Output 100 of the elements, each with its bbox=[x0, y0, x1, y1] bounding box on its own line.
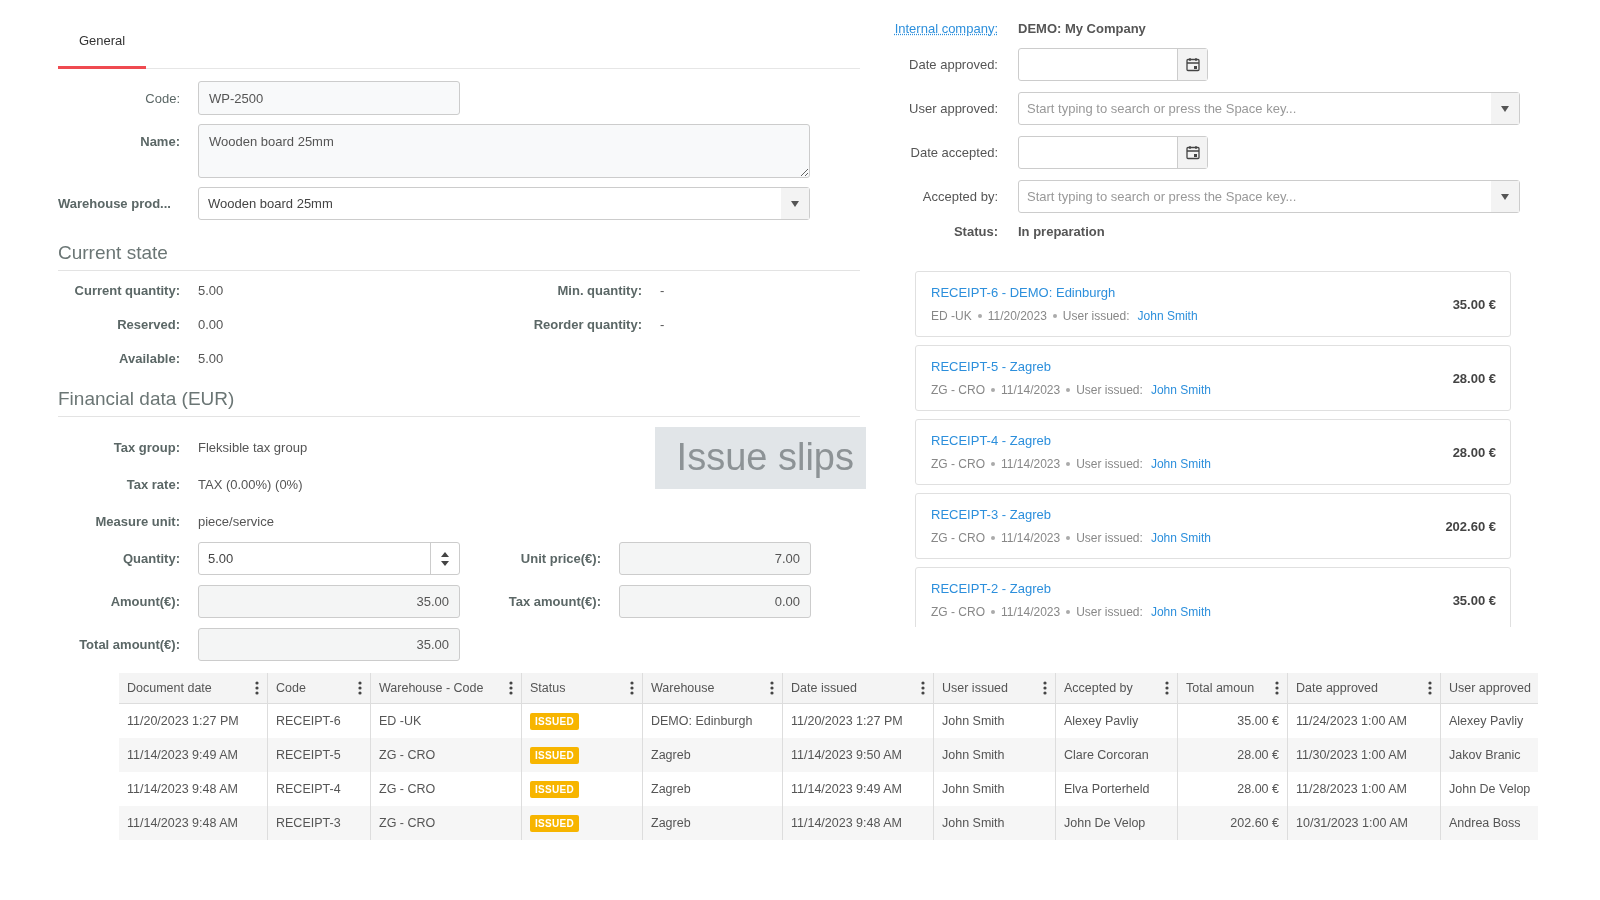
receipt-title-link[interactable]: RECEIPT-5 - Zagreb bbox=[931, 359, 1453, 374]
receipt-amount: 202.60 € bbox=[1445, 518, 1496, 534]
date-field[interactable] bbox=[1018, 48, 1208, 81]
kebab-menu-icon[interactable] bbox=[1043, 681, 1047, 695]
kebab-menu-icon[interactable] bbox=[509, 681, 513, 695]
receipt-title-link[interactable]: RECEIPT-6 - DEMO: Edinburgh bbox=[931, 285, 1453, 300]
product-dropdown[interactable]: Wooden board 25mm bbox=[198, 187, 810, 220]
kebab-menu-icon[interactable] bbox=[255, 681, 259, 695]
kebab-menu-icon[interactable] bbox=[1275, 681, 1279, 695]
column-header[interactable]: Code bbox=[268, 673, 371, 703]
receipt-title-link[interactable]: RECEIPT-2 - Zagreb bbox=[931, 581, 1453, 596]
field-value: - bbox=[660, 317, 666, 332]
table-cell: Zagreb bbox=[651, 816, 691, 830]
field-value: - bbox=[660, 283, 666, 298]
separator-dot-icon bbox=[991, 462, 995, 466]
receipt-amount: 28.00 € bbox=[1452, 444, 1496, 460]
column-header[interactable]: User issued bbox=[934, 673, 1056, 703]
column-header[interactable]: Document date bbox=[119, 673, 268, 703]
table-cell: Elva Porterheld bbox=[1064, 782, 1150, 796]
kebab-menu-icon[interactable] bbox=[1165, 681, 1169, 695]
separator-dot-icon bbox=[991, 536, 995, 540]
separator-dot-icon bbox=[1066, 610, 1071, 614]
field-label: Tax amount(€): bbox=[507, 594, 601, 609]
name-field[interactable]: Wooden board 25mm bbox=[198, 124, 810, 178]
column-header[interactable]: Warehouse bbox=[643, 673, 783, 703]
user-link[interactable]: John Smith bbox=[1150, 457, 1211, 471]
table-cell: 11/14/2023 9:49 AM bbox=[791, 782, 902, 796]
table-cell: John De Velop bbox=[1064, 816, 1146, 830]
table-cell: John Smith bbox=[942, 816, 1005, 830]
separator-dot-icon bbox=[991, 610, 995, 614]
column-header[interactable]: Warehouse - Code bbox=[371, 673, 522, 703]
kebab-menu-icon[interactable] bbox=[921, 681, 925, 695]
column-header[interactable]: Accepted by bbox=[1056, 673, 1178, 703]
table-cell: Alexey Pavliy bbox=[1449, 714, 1524, 728]
user-link[interactable]: John Smith bbox=[1150, 605, 1211, 619]
column-header[interactable]: Date issued bbox=[783, 673, 934, 703]
tab[interactable]: General bbox=[58, 33, 146, 69]
field-value: Fleksible tax group bbox=[198, 440, 308, 455]
warehouse-code: ZG - CRO bbox=[931, 605, 985, 619]
warehouse-code: ZG - CRO bbox=[931, 383, 985, 397]
field-label: Accepted by: bbox=[921, 189, 998, 204]
kebab-menu-icon[interactable] bbox=[630, 681, 634, 695]
receipt-card[interactable]: RECEIPT-5 - Zagreb ZG - CRO 11/14/2023 User issued: John Smith 28.00 € bbox=[915, 345, 1511, 411]
receipt-card[interactable]: RECEIPT-3 - Zagreb ZG - CRO 11/14/2023 User issued: John Smith 202.60 € bbox=[915, 493, 1511, 559]
receipt-card[interactable]: RECEIPT-2 - Zagreb ZG - CRO 11/14/2023 User issued: John Smith 35.00 € bbox=[915, 567, 1511, 627]
receipt-card[interactable]: RECEIPT-4 - Zagreb ZG - CRO 11/14/2023 User issued: John Smith 28.00 € bbox=[915, 419, 1511, 485]
table-cell: John De Velop bbox=[1449, 782, 1531, 796]
separator-dot-icon bbox=[1052, 314, 1057, 318]
overlay-label: Issue slips bbox=[654, 427, 866, 489]
receipt-date: 11/14/2023 bbox=[1001, 383, 1061, 397]
field-value: In preparation bbox=[1018, 224, 1105, 239]
separator-dot-icon bbox=[1066, 388, 1071, 392]
column-header[interactable]: User approved bbox=[1441, 673, 1538, 703]
table-cell: 11/30/2023 1:00 AM bbox=[1296, 748, 1407, 762]
user-link[interactable]: John Smith bbox=[1150, 383, 1211, 397]
table-cell: 11/14/2023 9:50 AM bbox=[791, 748, 902, 762]
column-header[interactable]: Status bbox=[522, 673, 643, 703]
field-label: User approved: bbox=[908, 101, 998, 116]
caret-icon bbox=[791, 200, 799, 207]
column-header[interactable]: Date approved bbox=[1288, 673, 1441, 703]
unit-price-field: 7.00 bbox=[619, 542, 811, 575]
field-value: 5.00 bbox=[198, 351, 225, 366]
field-label: Unit price(€): bbox=[519, 551, 601, 566]
receipt-title-link[interactable]: RECEIPT-3 - Zagreb bbox=[931, 507, 1446, 522]
table-cell: 11/20/2023 1:27 PM bbox=[127, 714, 239, 728]
user-issued-label: User issued: bbox=[1062, 309, 1130, 323]
caret-icon bbox=[1501, 105, 1509, 112]
kebab-menu-icon[interactable] bbox=[358, 681, 362, 695]
user-issued-label: User issued: bbox=[1076, 605, 1143, 619]
status-badge: ISSUED bbox=[530, 814, 580, 832]
table-cell: 11/14/2023 9:48 AM bbox=[127, 816, 238, 830]
field-label: Date approved: bbox=[908, 57, 998, 72]
total-amount-field: 35.00 bbox=[198, 628, 460, 661]
receipt-title-link[interactable]: RECEIPT-4 - Zagreb bbox=[931, 433, 1453, 448]
table-cell: 28.00 € bbox=[1237, 748, 1279, 762]
table-cell: ED -UK bbox=[379, 714, 422, 728]
user-link[interactable]: John Smith bbox=[1150, 531, 1211, 545]
user-link[interactable]: John Smith bbox=[1137, 309, 1198, 323]
column-header[interactable]: Total amoun bbox=[1178, 673, 1288, 703]
field-value: DEMO: My Company bbox=[1018, 21, 1146, 36]
date-field[interactable] bbox=[1018, 136, 1208, 169]
internal-company-link[interactable]: Internal company: bbox=[885, 21, 998, 36]
table-cell: John Smith bbox=[942, 714, 1005, 728]
table-cell: 11/14/2023 9:49 AM bbox=[127, 748, 238, 762]
quantity-field[interactable]: 5.00 bbox=[198, 542, 460, 575]
field-label: Measure unit: bbox=[94, 514, 180, 529]
field-value: 5.00 bbox=[198, 283, 225, 298]
kebab-menu-icon[interactable] bbox=[1428, 681, 1432, 695]
receipt-card[interactable]: RECEIPT-6 - DEMO: Edinburgh ED -UK 11/20/2023 User issued: John Smith 35.00 € bbox=[915, 271, 1511, 337]
table-cell: RECEIPT-6 bbox=[276, 714, 341, 728]
table-cell: DEMO: Edinburgh bbox=[651, 714, 753, 728]
table-cell: 11/28/2023 1:00 AM bbox=[1296, 782, 1407, 796]
status-badge: ISSUED bbox=[530, 746, 580, 764]
status-badge: ISSUED bbox=[530, 780, 580, 798]
field-label: Name: bbox=[139, 134, 180, 149]
kebab-menu-icon[interactable] bbox=[770, 681, 774, 695]
table-cell: 35.00 € bbox=[1237, 714, 1279, 728]
table-cell: 10/31/2023 1:00 AM bbox=[1296, 816, 1408, 830]
code-field[interactable]: WP-2500 bbox=[198, 81, 460, 115]
separator-dot-icon bbox=[1066, 536, 1071, 540]
